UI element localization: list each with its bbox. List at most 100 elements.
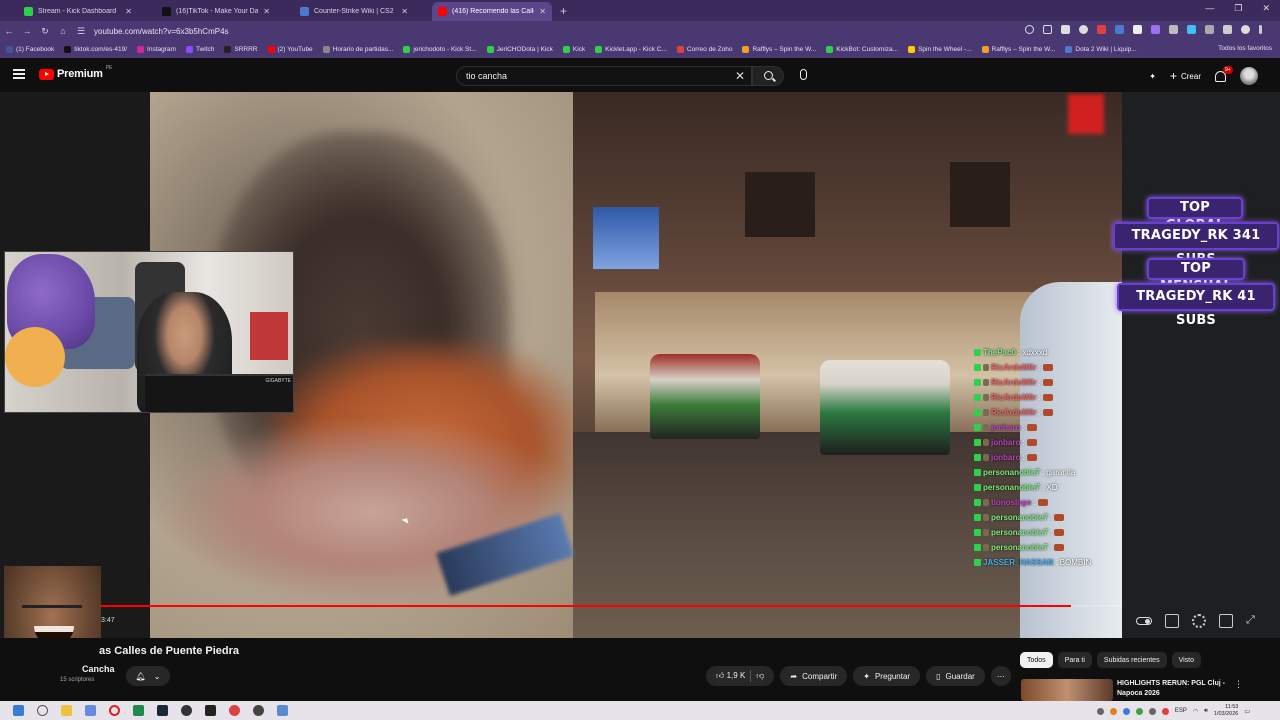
chip-todos[interactable]: Todos: [1020, 652, 1053, 668]
close-icon[interactable]: ✕: [125, 7, 132, 16]
wifi-icon[interactable]: ◠: [1193, 708, 1198, 715]
settings-gear-icon[interactable]: [1192, 614, 1206, 628]
chrome-icon[interactable]: [229, 705, 240, 716]
youtube-premium-logo[interactable]: Premium PE: [39, 65, 112, 80]
tray-icon[interactable]: [1148, 707, 1156, 715]
excel-icon[interactable]: [133, 705, 144, 716]
home-button[interactable]: ⌂: [54, 26, 72, 36]
back-button[interactable]: ←: [0, 26, 18, 36]
browser-tab[interactable]: Stream - Kick Dashboard ✕: [18, 2, 138, 21]
steam-icon[interactable]: [157, 705, 168, 716]
cast-icon[interactable]: [1043, 25, 1052, 34]
close-icon[interactable]: ✕: [401, 7, 408, 16]
subtitles-icon[interactable]: [1165, 614, 1179, 628]
bookmark-item[interactable]: Correo de Zoho: [676, 46, 732, 53]
bookmark-item[interactable]: Spin the Wheel -...: [908, 46, 972, 53]
channel-name[interactable]: Cancha: [82, 664, 115, 674]
new-tab-button[interactable]: +: [560, 4, 567, 18]
chip-subidas-recientes[interactable]: Subidas recientes: [1096, 652, 1167, 668]
all-bookmarks-link[interactable]: Todos los favoritos: [1218, 45, 1272, 52]
bookmark-item[interactable]: Rafflys – Spin the W...: [981, 46, 1055, 53]
autoplay-toggle[interactable]: [1136, 617, 1152, 625]
extension-white-icon[interactable]: [1133, 25, 1142, 34]
bookmark-item[interactable]: (1) Facebook: [6, 46, 54, 53]
tray-icon[interactable]: [1135, 707, 1143, 715]
search-input[interactable]: tio cancha ✕: [456, 66, 752, 86]
cast-icon[interactable]: ✦: [1149, 72, 1156, 81]
bookmark-item[interactable]: Rafflys – Spin the W...: [742, 46, 816, 53]
bookmark-item[interactable]: Kicklet.app - Kick C...: [595, 46, 667, 53]
chip-para-ti[interactable]: Para ti: [1057, 652, 1092, 668]
extension-gray-icon[interactable]: [1169, 25, 1178, 34]
extensions-puzzle-icon[interactable]: [1223, 25, 1232, 34]
close-icon[interactable]: ✕: [263, 7, 270, 16]
browser-menu-icon[interactable]: [1259, 25, 1262, 34]
volume-icon[interactable]: 🔊︎: [1204, 708, 1208, 715]
close-window-button[interactable]: ✕: [1262, 3, 1270, 14]
obs-icon[interactable]: [181, 705, 192, 716]
account-avatar[interactable]: [1240, 67, 1258, 85]
minimize-button[interactable]: —: [1205, 3, 1214, 14]
browser-tab-active[interactable]: (416) Recorriendo las Calles... ✕: [432, 2, 552, 21]
site-info-icon[interactable]: ☰: [72, 26, 90, 37]
bookmark-item[interactable]: Twitch: [185, 46, 214, 53]
create-button[interactable]: + Crear: [1170, 69, 1201, 83]
browser-tab[interactable]: (16)TikTok - Make Your Day ✕: [156, 2, 276, 21]
bookmark-item[interactable]: JeriCHODota | Kick: [486, 46, 553, 53]
search-icon[interactable]: [1025, 25, 1034, 34]
bookmark-item[interactable]: Kick: [562, 46, 585, 53]
more-vert-icon[interactable]: ⋮: [1234, 679, 1243, 690]
ask-button[interactable]: ✦ Preguntar: [853, 666, 921, 686]
language-indicator[interactable]: ESP: [1175, 708, 1187, 714]
bookmark-item[interactable]: Horario de partidas...: [322, 46, 393, 53]
like-button[interactable]: 👍︎ 1,9 K: [716, 671, 745, 681]
windows-start-icon[interactable]: [13, 705, 24, 716]
maximize-button[interactable]: ❐: [1234, 3, 1242, 14]
fullscreen-icon[interactable]: ⤢: [1246, 614, 1260, 628]
close-icon[interactable]: ✕: [539, 7, 546, 16]
bookmark-item[interactable]: (2) YouTube: [267, 46, 313, 53]
bookmark-item[interactable]: Dota 2 Wiki | Liquip...: [1065, 46, 1137, 53]
save-button[interactable]: ▯ Guardar: [926, 666, 985, 686]
profile-avatar[interactable]: [1241, 25, 1250, 34]
bookmark-item[interactable]: tiktok.com/es-419/: [64, 46, 127, 53]
bookmark-item[interactable]: KickBot: Customiza...: [826, 46, 898, 53]
forward-button[interactable]: →: [18, 26, 36, 36]
progress-bar[interactable]: [100, 605, 1122, 607]
app-icon[interactable]: [85, 705, 96, 716]
clear-search-icon[interactable]: ✕: [735, 69, 745, 83]
chip-visto[interactable]: Visto: [1171, 652, 1202, 668]
extension-blue-icon[interactable]: [1115, 25, 1124, 34]
star-icon[interactable]: [1079, 25, 1088, 34]
share-button[interactable]: ➦ Compartir: [780, 666, 848, 686]
search-button[interactable]: [752, 66, 784, 86]
url-input[interactable]: youtube.com/watch?v=6x3b5hCmP4s: [94, 27, 229, 36]
microphone-icon[interactable]: [800, 69, 807, 80]
opera-icon[interactable]: [109, 705, 120, 716]
miniplayer-icon[interactable]: [1219, 614, 1233, 628]
terminal-icon[interactable]: [205, 705, 216, 716]
download-icon[interactable]: [1061, 25, 1070, 34]
extension-icon[interactable]: [1205, 25, 1214, 34]
bookmark-item[interactable]: jerichodoto - Kick St...: [403, 46, 477, 53]
extension-purple-icon[interactable]: [1151, 25, 1160, 34]
bookmark-item[interactable]: SRRRR: [224, 46, 258, 53]
bookmark-item[interactable]: Instagram: [137, 46, 176, 53]
file-explorer-icon[interactable]: [61, 705, 72, 716]
recommended-video-thumbnail[interactable]: [1021, 679, 1113, 701]
notifications-icon[interactable]: ▭: [1244, 708, 1250, 715]
app-icon[interactable]: [253, 705, 264, 716]
reload-button[interactable]: ↻: [36, 26, 54, 37]
more-actions-button[interactable]: ⋯: [990, 666, 1011, 686]
tray-icon[interactable]: [1161, 707, 1169, 715]
recommended-video-title[interactable]: HIGHLIGHTS RERUN: PGL Cluj - Napoca 2026: [1117, 679, 1237, 699]
tray-icon[interactable]: [1096, 707, 1104, 715]
browser-tab[interactable]: Counter-Strike Wiki | CS2 | Liqu... ✕: [294, 2, 414, 21]
search-icon[interactable]: [37, 705, 48, 716]
notifications-bell-icon[interactable]: 9+: [1215, 65, 1233, 82]
tray-icon[interactable]: [1122, 707, 1130, 715]
app-icon[interactable]: [277, 705, 288, 716]
menu-icon[interactable]: [13, 69, 25, 79]
tray-icon[interactable]: [1109, 707, 1117, 715]
subscribed-bell-button[interactable]: 🔔︎ ⌄: [126, 666, 170, 686]
